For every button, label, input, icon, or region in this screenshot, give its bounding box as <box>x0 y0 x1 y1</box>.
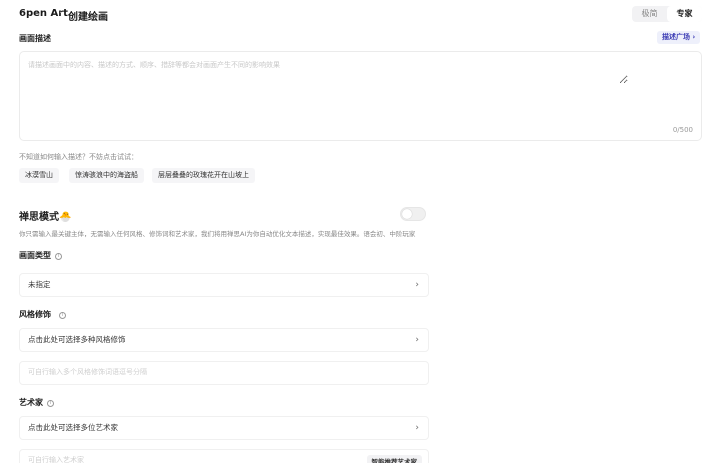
char-counter: 0/500 <box>672 126 693 134</box>
chevron-right-icon: › <box>415 335 419 345</box>
breadcrumb-separator: · <box>59 8 63 19</box>
suggestion-chip[interactable]: 惊涛骇浪中的海盗船 <box>69 168 144 183</box>
artist-label: 艺术家 <box>19 398 43 407</box>
mode-simple-button[interactable]: 极简 <box>632 6 667 22</box>
artist-select-text: 点击此处可选择多位艺术家 <box>28 423 118 432</box>
prompt-label: 画面描述 <box>19 34 51 43</box>
scene-type-label-wrap: 画面类型 i <box>19 250 62 261</box>
suggestion-chip[interactable]: 层层叠叠的玫瑰花开在山坡上 <box>152 168 255 183</box>
style-select[interactable]: 点击此处可选择多种风格修饰 › <box>19 328 429 352</box>
suggestion-tip: 不知道如何输入描述？不妨点击试试： <box>19 153 138 161</box>
info-circle-icon[interactable]: i <box>59 312 66 319</box>
artist-free-input[interactable]: 智能推荐艺术家 <box>19 449 429 463</box>
artist-label-wrap: 艺术家 i <box>19 397 54 408</box>
scene-type-label: 画面类型 <box>19 251 51 260</box>
info-circle-icon[interactable]: i <box>55 253 62 260</box>
artist-text-input[interactable] <box>28 456 348 463</box>
toggle-knob <box>402 209 412 219</box>
style-label: 风格修饰 <box>19 310 51 319</box>
scene-type-select[interactable]: 未指定 › <box>19 273 429 297</box>
page-title: 创建绘画 <box>68 12 108 23</box>
chevron-right-icon: › <box>415 280 419 290</box>
chevron-right-icon: › <box>415 423 419 433</box>
info-circle-icon[interactable]: i <box>47 400 54 407</box>
magic-mode-description: 你只需输入最关键主体，无需输入任何风格、修饰词和艺术家，我们将用禅思AI为你自动… <box>19 230 416 238</box>
style-text-input[interactable] <box>28 368 348 376</box>
magic-mode-toggle[interactable] <box>400 207 426 221</box>
prompt-textarea[interactable] <box>28 60 628 84</box>
prompt-square-link[interactable]: 描述广场 › <box>657 31 701 44</box>
magic-mode-title: 禅思模式🐣 <box>19 212 72 223</box>
style-select-text: 点击此处可选择多种风格修饰 <box>28 335 126 344</box>
artist-select[interactable]: 点击此处可选择多位艺术家 › <box>19 416 429 440</box>
style-free-input[interactable] <box>19 361 429 385</box>
recommend-artist-button[interactable]: 智能推荐艺术家 <box>366 455 422 463</box>
suggestion-chip[interactable]: 冰漠雪山 <box>19 168 59 183</box>
scene-type-value: 未指定 <box>28 280 51 289</box>
prompt-box[interactable]: 0/500 <box>19 51 702 141</box>
mode-expert-button[interactable]: 专家 <box>667 6 702 22</box>
mode-switch: 极简 专家 <box>632 6 702 22</box>
style-label-wrap: 风格修饰 i <box>19 309 66 320</box>
